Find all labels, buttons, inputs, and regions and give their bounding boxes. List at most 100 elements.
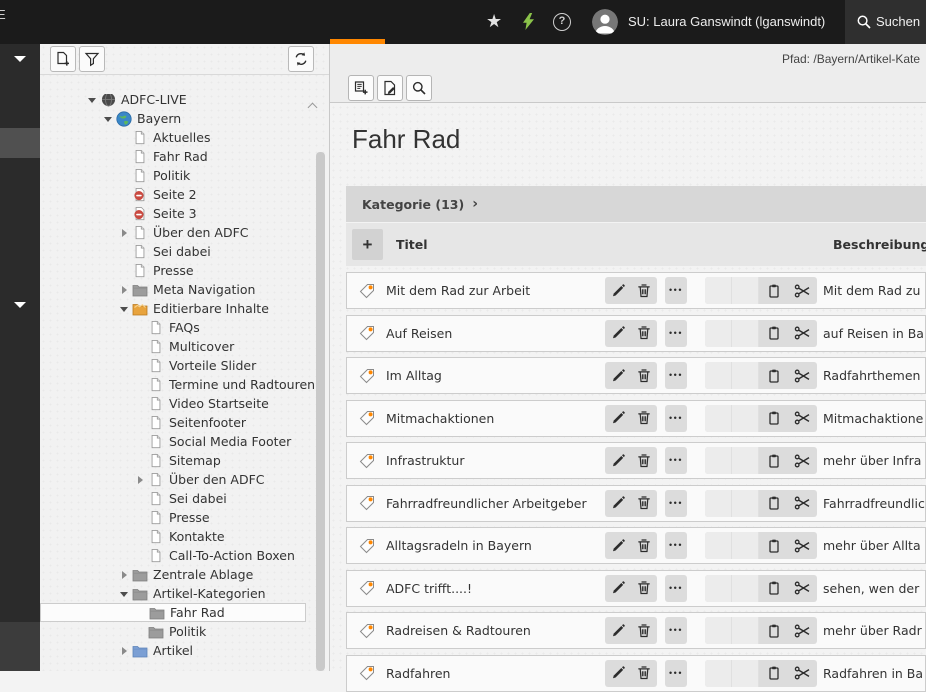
clear-cache-bolt-icon[interactable] [523, 13, 534, 33]
add-record-button[interactable]: + [352, 229, 383, 260]
tree-item-kontakte[interactable]: Kontakte [40, 527, 306, 546]
table-section-header[interactable]: Kategorie (13) › [346, 186, 926, 222]
collapse-icon[interactable] [119, 589, 132, 599]
delete-button[interactable] [631, 277, 657, 304]
copy-button[interactable] [759, 617, 788, 644]
tree-item-politik[interactable]: Politik [40, 166, 306, 185]
tree-item-presse[interactable]: Presse [40, 508, 306, 527]
refresh-tree-button[interactable] [288, 46, 314, 72]
more-options-button[interactable]: ••• [665, 277, 687, 304]
cut-button[interactable] [788, 490, 817, 517]
tree-item-vorteile-slider[interactable]: Vorteile Slider [40, 356, 306, 375]
copy-button[interactable] [759, 660, 788, 687]
tree-item-social-media-footer[interactable]: Social Media Footer [40, 432, 306, 451]
page-icon[interactable] [148, 491, 164, 507]
more-options-button[interactable]: ••• [665, 362, 687, 389]
help-icon[interactable]: ? [553, 13, 571, 31]
tree-item-adfc-live[interactable]: ADFC-LIVE [40, 94, 306, 109]
page-icon[interactable] [132, 130, 148, 146]
module-group-collapse-icon[interactable] [14, 302, 26, 308]
expand-icon[interactable] [119, 570, 132, 580]
root-icon[interactable] [100, 94, 116, 108]
edit-button[interactable] [605, 277, 631, 304]
tree-item-video-startseite[interactable]: Video Startseite [40, 394, 306, 413]
edit-button[interactable] [605, 320, 631, 347]
tree-item-über-den-adfc[interactable]: Über den ADFC [40, 470, 306, 489]
user-menu-label[interactable]: SU: Laura Ganswindt (lganswindt) [628, 14, 825, 29]
folder-gray-icon[interactable] [132, 282, 148, 298]
folder-gray-icon[interactable] [132, 586, 148, 602]
collapse-icon[interactable] [103, 114, 116, 124]
page-icon[interactable] [148, 510, 164, 526]
collapse-icon[interactable] [87, 95, 100, 105]
tree-item-fahr-rad[interactable]: Fahr Rad [40, 603, 306, 622]
expand-icon[interactable] [119, 285, 132, 295]
more-options-button[interactable]: ••• [665, 617, 687, 644]
edit-page-button[interactable] [377, 75, 403, 101]
cut-button[interactable] [788, 405, 817, 432]
delete-button[interactable] [631, 362, 657, 389]
record-title[interactable]: Mit dem Rad zur Arbeit [386, 283, 605, 298]
cut-button[interactable] [788, 660, 817, 687]
folder-gray-icon[interactable] [132, 567, 148, 583]
more-options-button[interactable]: ••• [665, 320, 687, 347]
record-title[interactable]: Radfahren [386, 666, 605, 681]
edit-button[interactable] [605, 490, 631, 517]
collapse-icon[interactable] [119, 304, 132, 314]
tree-item-artikel[interactable]: Artikel [40, 641, 306, 660]
copy-button[interactable] [759, 405, 788, 432]
page-icon[interactable] [148, 320, 164, 336]
avatar[interactable] [592, 9, 618, 35]
tree-item-sei-dabei[interactable]: Sei dabei [40, 242, 306, 261]
delete-button[interactable] [631, 617, 657, 644]
page-icon[interactable] [132, 149, 148, 165]
cut-button[interactable] [788, 575, 817, 602]
record-title[interactable]: ADFC trifft....! [386, 581, 605, 596]
cut-button[interactable] [788, 362, 817, 389]
new-page-button[interactable] [50, 46, 76, 72]
delete-button[interactable] [631, 320, 657, 347]
tree-item-call-to-action-boxen[interactable]: Call-To-Action Boxen [40, 546, 306, 565]
copy-button[interactable] [759, 490, 788, 517]
tree-item-editierbare-inhalte[interactable]: Editierbare Inhalte [40, 299, 306, 318]
folder-blue-icon[interactable] [132, 643, 148, 659]
more-options-button[interactable]: ••• [665, 447, 687, 474]
tree-item-seite-2[interactable]: Seite 2 [40, 185, 306, 204]
tree-item-artikel-kategorien[interactable]: Artikel-Kategorien [40, 584, 306, 603]
page-icon[interactable] [132, 263, 148, 279]
tree-item-meta-navigation[interactable]: Meta Navigation [40, 280, 306, 299]
page-hidden-icon[interactable] [132, 206, 148, 222]
page-icon[interactable] [148, 434, 164, 450]
edit-button[interactable] [605, 532, 631, 559]
edit-button[interactable] [605, 575, 631, 602]
tree-item-termine-und-radtouren[interactable]: Termine und Radtouren [40, 375, 306, 394]
page-icon[interactable] [132, 225, 148, 241]
tree-item-faqs[interactable]: FAQs [40, 318, 306, 337]
more-options-button[interactable]: ••• [665, 405, 687, 432]
folder-gray-icon[interactable] [148, 624, 164, 640]
edit-button[interactable] [605, 660, 631, 687]
new-record-button[interactable] [348, 75, 374, 101]
bookmark-star-icon[interactable]: ★ [486, 10, 502, 34]
edit-button[interactable] [605, 405, 631, 432]
page-icon[interactable] [148, 453, 164, 469]
expand-icon[interactable] [135, 475, 148, 485]
filter-button[interactable] [79, 46, 105, 72]
cut-button[interactable] [788, 447, 817, 474]
copy-button[interactable] [759, 447, 788, 474]
delete-button[interactable] [631, 405, 657, 432]
page-icon[interactable] [148, 339, 164, 355]
cut-button[interactable] [788, 277, 817, 304]
record-title[interactable]: Im Alltag [386, 368, 605, 383]
copy-button[interactable] [759, 277, 788, 304]
cut-button[interactable] [788, 320, 817, 347]
active-module-highlight[interactable] [0, 128, 40, 158]
copy-button[interactable] [759, 575, 788, 602]
record-title[interactable]: Fahrradfreundlicher Arbeitgeber [386, 496, 605, 511]
globe-icon[interactable] [116, 111, 132, 127]
record-title[interactable]: Mitmachaktionen [386, 411, 605, 426]
tree-item-sitemap[interactable]: Sitemap [40, 451, 306, 470]
edit-button[interactable] [605, 447, 631, 474]
tree-item-aktuelles[interactable]: Aktuelles [40, 128, 306, 147]
copy-button[interactable] [759, 362, 788, 389]
